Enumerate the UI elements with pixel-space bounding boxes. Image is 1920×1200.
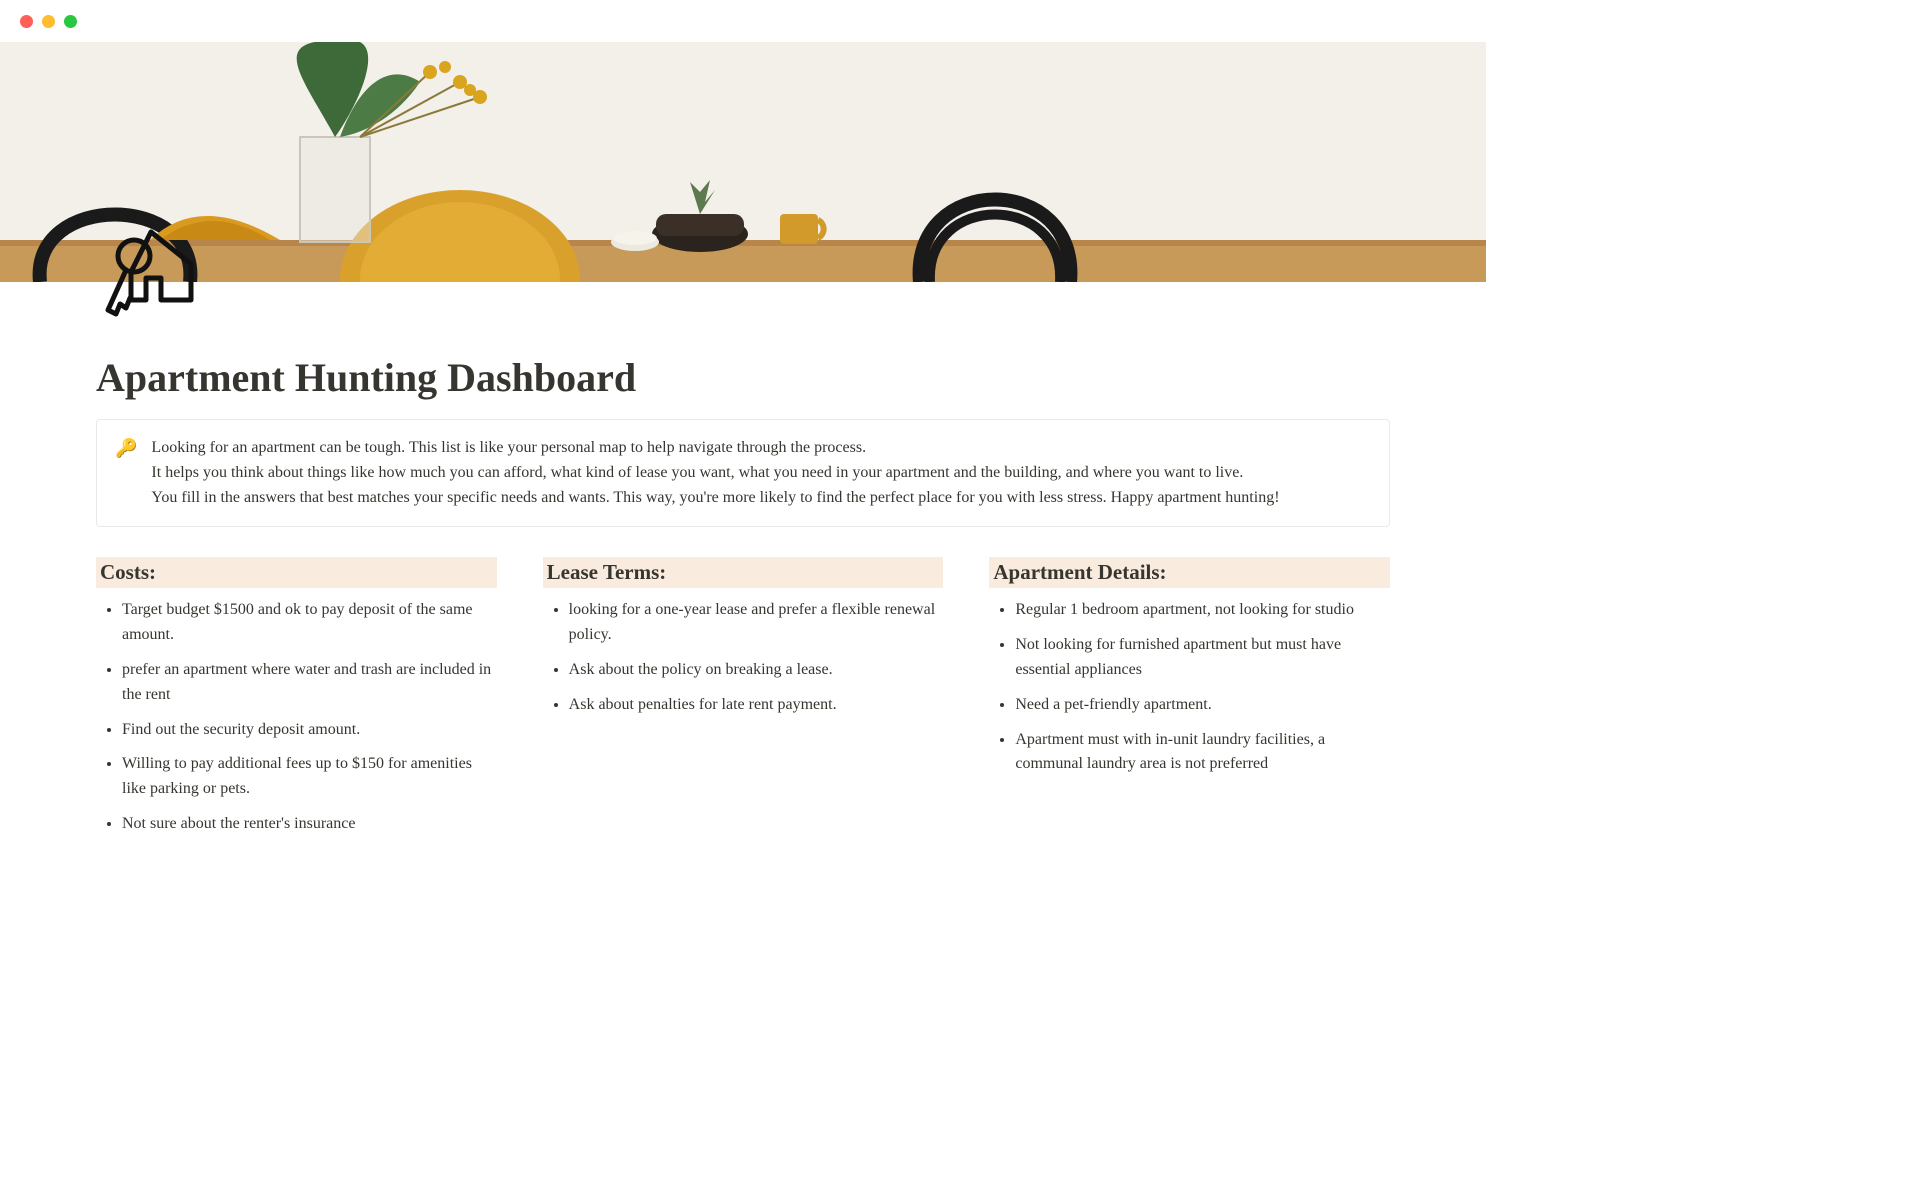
callout-block: 🔑 Looking for an apartment can be tough.…: [96, 419, 1390, 527]
heading-details: Apartment Details:: [989, 557, 1390, 588]
list-item: Target budget $1500 and ok to pay deposi…: [122, 598, 497, 648]
list-item: prefer an apartment where water and tras…: [122, 658, 497, 708]
column-lease: Lease Terms: looking for a one-year leas…: [543, 557, 944, 846]
callout-text: Looking for an apartment can be tough. T…: [151, 436, 1279, 510]
heading-costs: Costs:: [96, 557, 497, 588]
list-item: looking for a one-year lease and prefer …: [569, 598, 944, 648]
column-details: Apartment Details: Regular 1 bedroom apa…: [989, 557, 1390, 846]
key-icon: 🔑: [115, 436, 137, 461]
list-lease: looking for a one-year lease and prefer …: [543, 598, 944, 717]
page-icon: [96, 222, 206, 337]
callout-line-2: It helps you think about things like how…: [151, 461, 1279, 486]
list-item: Ask about the policy on breaking a lease…: [569, 658, 944, 683]
callout-line-1: Looking for an apartment can be tough. T…: [151, 436, 1279, 461]
list-item: Willing to pay additional fees up to $15…: [122, 752, 497, 802]
list-item: Find out the security deposit amount.: [122, 718, 497, 743]
close-window-button[interactable]: [20, 15, 33, 28]
list-item: Need a pet-friendly apartment.: [1015, 693, 1390, 718]
list-item: Apartment must with in-unit laundry faci…: [1015, 728, 1390, 778]
list-costs: Target budget $1500 and ok to pay deposi…: [96, 598, 497, 836]
column-costs: Costs: Target budget $1500 and ok to pay…: [96, 557, 497, 846]
list-item: Not sure about the renter's insurance: [122, 812, 497, 837]
columns-container: Costs: Target budget $1500 and ok to pay…: [96, 557, 1390, 846]
maximize-window-button[interactable]: [64, 15, 77, 28]
list-item: Ask about penalties for late rent paymen…: [569, 693, 944, 718]
minimize-window-button[interactable]: [42, 15, 55, 28]
list-item: Not looking for furnished apartment but …: [1015, 633, 1390, 683]
list-item: Regular 1 bedroom apartment, not looking…: [1015, 598, 1390, 623]
list-details: Regular 1 bedroom apartment, not looking…: [989, 598, 1390, 777]
cover-image: [0, 42, 1486, 282]
page-title: Apartment Hunting Dashboard: [96, 354, 1390, 401]
heading-lease: Lease Terms:: [543, 557, 944, 588]
window-titlebar: [0, 0, 1486, 42]
callout-line-3: You fill in the answers that best matche…: [151, 486, 1279, 511]
